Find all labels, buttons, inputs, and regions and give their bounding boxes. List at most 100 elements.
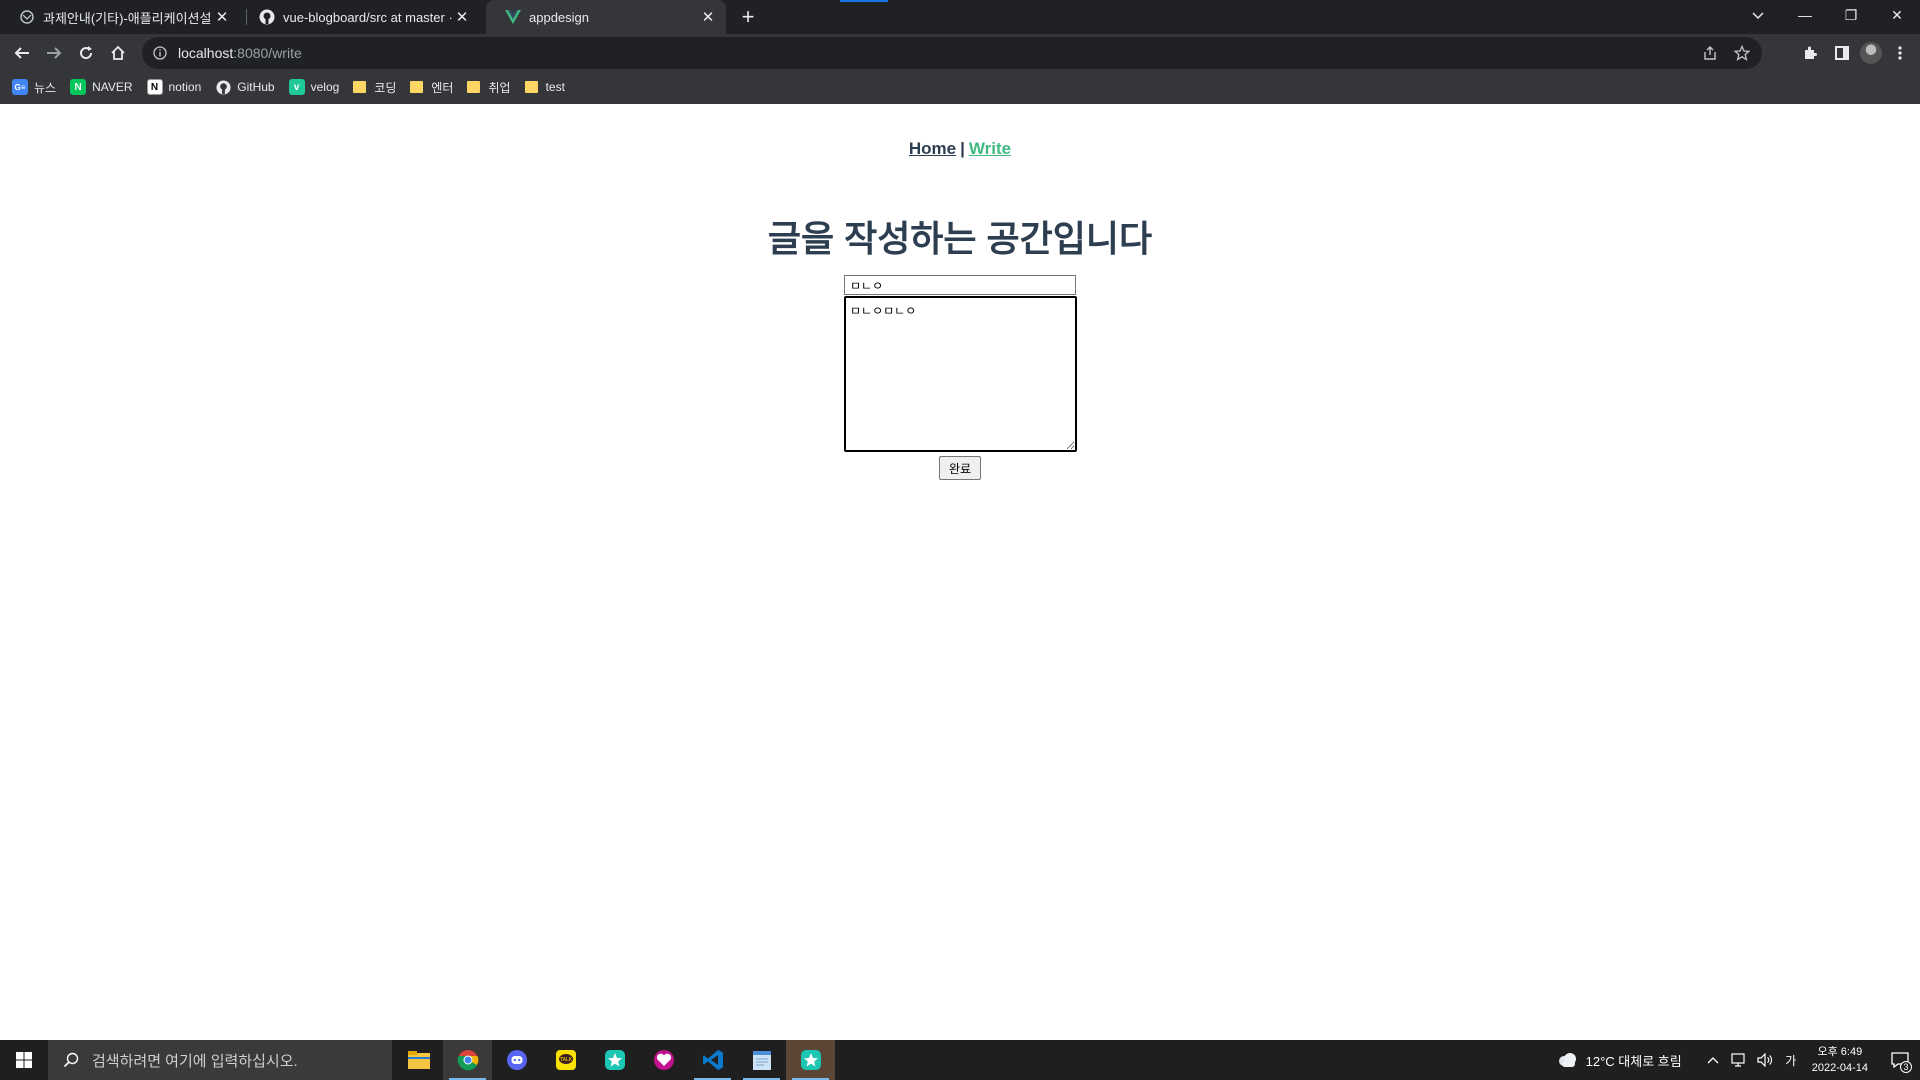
vivaldi-heart-icon[interactable] — [639, 1040, 688, 1080]
url-path: :8080/write — [233, 45, 302, 61]
page-content: Home|Write 글을 작성하는 공간입니다 ㅁㄴㅇㅁㄴㅇ 완료 — [0, 104, 1920, 1040]
bookmark-label: 뉴스 — [34, 80, 57, 95]
bookmark-label: 취업 — [488, 80, 511, 95]
tab-github[interactable]: vue-blogboard/src at master · h ✕ — [240, 0, 480, 34]
clock[interactable]: 오후 6:49 2022-04-14 — [1812, 1044, 1868, 1076]
google-news-icon: G≡ — [12, 79, 28, 95]
submit-button[interactable]: 완료 — [939, 456, 981, 480]
folder-icon — [524, 81, 538, 93]
search-icon — [62, 1051, 80, 1069]
profile-avatar[interactable] — [1860, 42, 1882, 64]
bookmark-news[interactable]: G≡ 뉴스 — [12, 79, 56, 96]
ime-indicator[interactable]: 가 — [1779, 1048, 1803, 1072]
chrome-icon[interactable] — [443, 1040, 492, 1080]
tab-assignment[interactable]: 과제안내(기타)-애플리케이션설계 ✕ — [0, 0, 240, 34]
chevron-up-icon[interactable] — [1701, 1048, 1725, 1072]
url-host: localhost — [178, 45, 234, 61]
minimize-icon[interactable]: — — [1782, 0, 1828, 30]
github-icon — [215, 79, 231, 95]
address-bar[interactable]: localhost:8080/write — [142, 37, 1762, 69]
bookmark-velog[interactable]: v velog — [288, 79, 340, 95]
taskbar-apps: TALK — [394, 1040, 835, 1080]
nav-separator: | — [960, 139, 965, 158]
taskbar-search[interactable]: 검색하려면 여기에 입력하십시오. — [48, 1040, 392, 1080]
loading-indicator — [840, 0, 888, 2]
app-nav: Home | Write — [0, 139, 1920, 159]
github-icon — [259, 9, 275, 25]
bookmark-folder-enter[interactable]: 엔터 — [410, 79, 453, 96]
app-star-running-icon[interactable] — [786, 1040, 835, 1080]
velog-icon: v — [288, 79, 305, 95]
reload-icon[interactable] — [72, 39, 100, 67]
bookmark-folder-job[interactable]: 취업 — [467, 79, 511, 96]
notion-icon: N — [146, 79, 163, 95]
nav-home-link[interactable]: Home — [909, 139, 956, 158]
title-input[interactable] — [844, 275, 1076, 295]
share-icon[interactable] — [1698, 41, 1722, 65]
volume-icon[interactable] — [1753, 1048, 1777, 1072]
side-panel-icon[interactable] — [1828, 39, 1856, 67]
bookmark-label: 엔터 — [431, 80, 454, 95]
bookmark-label: velog — [310, 80, 340, 94]
network-icon[interactable] — [1727, 1048, 1751, 1072]
cloud-icon — [1555, 1048, 1579, 1072]
windows-taskbar: 검색하려면 여기에 입력하십시오. TALK 12°C 대체로 흐림 가 오후 … — [0, 1040, 1920, 1080]
weather-text: 12°C 대체로 흐림 — [1585, 1053, 1682, 1069]
bookmarks-bar: G≡ 뉴스 N NAVER N notion GitHub v velog 코딩… — [0, 72, 579, 102]
notepad-icon[interactable] — [737, 1040, 786, 1080]
bookmark-folder-coding[interactable]: 코딩 — [353, 79, 396, 96]
content-textarea[interactable]: ㅁㄴㅇㅁㄴㅇ — [844, 296, 1077, 452]
tab-title: vue-blogboard/src at master · h — [283, 9, 452, 25]
bookmark-folder-test[interactable]: test — [524, 80, 565, 94]
tab-title: 과제안내(기타)-애플리케이션설계 — [43, 10, 212, 26]
forward-icon[interactable] — [40, 39, 68, 67]
bookmark-notion[interactable]: N notion — [146, 79, 202, 95]
bookmark-label: notion — [168, 80, 202, 94]
bookmark-label: NAVER — [92, 80, 133, 94]
app-star-icon[interactable] — [590, 1040, 639, 1080]
nav-write-link[interactable]: Write — [969, 139, 1011, 158]
bookmark-label: GitHub — [237, 80, 275, 94]
menu-icon[interactable] — [1886, 39, 1914, 67]
close-window-icon[interactable]: ✕ — [1874, 0, 1920, 30]
bookmark-star-icon[interactable] — [1730, 41, 1754, 65]
browser-toolbar: localhost:8080/write G≡ 뉴스 N NAVER N not… — [0, 34, 1920, 104]
kakaotalk-icon[interactable]: TALK — [541, 1040, 590, 1080]
discord-icon[interactable] — [492, 1040, 541, 1080]
bookmark-naver[interactable]: N NAVER — [70, 79, 133, 95]
file-explorer-icon[interactable] — [394, 1040, 443, 1080]
close-icon[interactable]: ✕ — [452, 7, 472, 27]
svg-text:TALK: TALK — [558, 1057, 572, 1063]
bookmark-label: test — [545, 80, 565, 94]
clock-date: 2022-04-14 — [1811, 1062, 1868, 1074]
notification-count: 3 — [1900, 1061, 1912, 1073]
bookmark-github[interactable]: GitHub — [215, 79, 275, 95]
vscode-icon[interactable] — [688, 1040, 737, 1080]
restore-icon[interactable]: ❐ — [1828, 0, 1874, 30]
vue-icon — [505, 9, 521, 25]
close-icon[interactable]: ✕ — [212, 7, 232, 27]
browser-tabstrip: 과제안내(기타)-애플리케이션설계 ✕ vue-blogboard/src at… — [0, 0, 1920, 34]
page-title: 글을 작성하는 공간입니다 — [767, 218, 1153, 259]
home-icon[interactable] — [104, 39, 132, 67]
globe-icon — [19, 9, 35, 25]
back-icon[interactable] — [8, 39, 36, 67]
windows-start-icon[interactable] — [0, 1040, 48, 1080]
folder-icon — [410, 81, 424, 93]
new-tab-button[interactable]: + — [736, 4, 760, 29]
notification-center-icon[interactable]: 3 — [1880, 1040, 1920, 1080]
window-controls: — ❐ ✕ — [1782, 0, 1920, 30]
bookmark-label: 코딩 — [374, 80, 397, 95]
tab-appdesign[interactable]: appdesign ✕ — [486, 0, 726, 34]
url-text: localhost:8080/write — [178, 45, 302, 61]
folder-icon — [467, 81, 481, 93]
site-info-icon[interactable] — [152, 45, 168, 61]
extensions-icon[interactable] — [1796, 39, 1824, 67]
system-tray: 12°C 대체로 흐림 가 오후 6:49 2022-04-14 3 — [1554, 1040, 1920, 1080]
clock-time: 오후 6:49 — [1817, 1046, 1863, 1058]
tab-title: appdesign — [529, 9, 589, 25]
weather-widget[interactable]: 12°C 대체로 흐림 — [1554, 1048, 1682, 1072]
close-icon[interactable]: ✕ — [698, 7, 718, 27]
tab-search-icon[interactable] — [1748, 6, 1768, 26]
search-placeholder: 검색하려면 여기에 입력하십시오. — [92, 1052, 298, 1070]
